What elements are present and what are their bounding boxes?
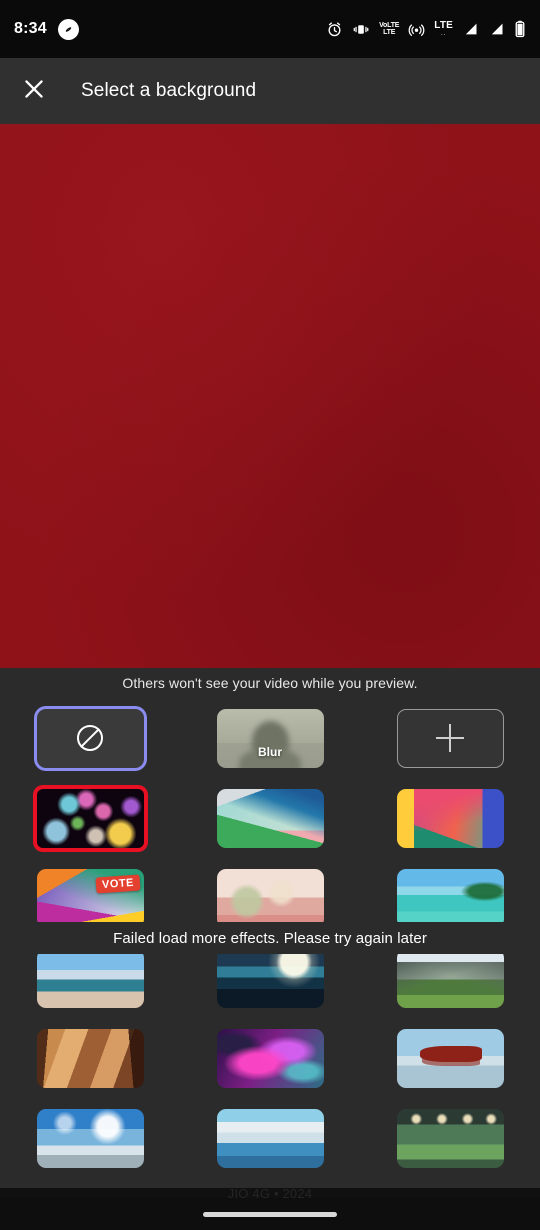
preview-hint: Others won't see your video while you pr… bbox=[122, 675, 418, 691]
hotspot-icon bbox=[408, 21, 425, 38]
effect-tile-ocean[interactable] bbox=[216, 1108, 324, 1168]
effect-label: VOTE bbox=[95, 873, 141, 894]
effect-tile-canyon[interactable] bbox=[36, 1028, 144, 1088]
plane-shape bbox=[420, 1046, 483, 1062]
effect-tile-room[interactable] bbox=[396, 1108, 504, 1168]
close-button[interactable] bbox=[10, 67, 58, 115]
effect-tile-mountain[interactable] bbox=[396, 948, 504, 1008]
effect-tile-sky[interactable] bbox=[36, 1108, 144, 1168]
effect-tile-night[interactable] bbox=[216, 948, 324, 1008]
effect-cell bbox=[0, 1018, 180, 1098]
effect-cell bbox=[180, 1018, 360, 1098]
status-bar-right: VoLTE LTE LTE.. bbox=[326, 20, 526, 38]
signal-bars-2-icon bbox=[488, 21, 505, 37]
plus-icon bbox=[436, 724, 464, 752]
app-bar: Select a background bbox=[0, 58, 540, 124]
effect-tile-shore[interactable] bbox=[36, 948, 144, 1008]
shazam-icon bbox=[57, 18, 79, 40]
effect-tile-bokeh[interactable] bbox=[36, 788, 144, 848]
signal-bars-1-icon bbox=[462, 21, 479, 37]
effect-tile-surreal[interactable] bbox=[216, 868, 324, 928]
effect-tile-abstract2[interactable] bbox=[396, 788, 504, 848]
effect-cell: Blur bbox=[180, 698, 360, 778]
close-icon bbox=[21, 76, 47, 107]
effect-tile-add[interactable] bbox=[396, 708, 504, 768]
video-preview[interactable] bbox=[0, 124, 540, 668]
effect-cell bbox=[0, 1098, 180, 1178]
lte-signal-icon: LTE.. bbox=[434, 20, 453, 38]
error-toast: Failed load more effects. Please try aga… bbox=[0, 922, 540, 954]
status-bar: 8:34 VoLTE LTE LTE .. bbox=[0, 0, 540, 58]
effect-tile-plane[interactable] bbox=[396, 1028, 504, 1088]
status-time: 8:34 bbox=[14, 20, 47, 37]
effect-tile-abstract1[interactable] bbox=[216, 788, 324, 848]
volte-icon: VoLTE LTE bbox=[379, 22, 400, 36]
effect-tile-nebula[interactable] bbox=[216, 1028, 324, 1088]
effect-cell bbox=[0, 698, 180, 778]
alarm-icon bbox=[326, 21, 343, 38]
room-lights bbox=[396, 1112, 504, 1125]
effect-cell bbox=[360, 698, 540, 778]
page-title: Select a background bbox=[81, 80, 257, 101]
vibrate-icon bbox=[352, 21, 370, 38]
effect-cell bbox=[360, 1018, 540, 1098]
effect-cell bbox=[180, 778, 360, 858]
effect-tile-blur[interactable]: Blur bbox=[216, 708, 324, 768]
effect-tile-beach[interactable] bbox=[396, 868, 504, 928]
effect-tile-none[interactable] bbox=[36, 708, 144, 768]
effect-cell bbox=[360, 1098, 540, 1178]
effect-cell bbox=[180, 1098, 360, 1178]
no-background-icon bbox=[77, 725, 103, 751]
navigation-bar bbox=[0, 1198, 540, 1230]
home-gesture-pill[interactable] bbox=[203, 1211, 337, 1217]
effect-label: Blur bbox=[258, 744, 282, 759]
status-bar-left: 8:34 bbox=[14, 18, 79, 40]
phone-screen: 8:34 VoLTE LTE LTE .. Select a backgroun… bbox=[0, 0, 540, 1230]
effect-cell bbox=[0, 778, 180, 858]
effect-cell bbox=[360, 778, 540, 858]
battery-icon bbox=[514, 20, 526, 38]
effect-tile-vote[interactable]: VOTE bbox=[36, 868, 144, 928]
